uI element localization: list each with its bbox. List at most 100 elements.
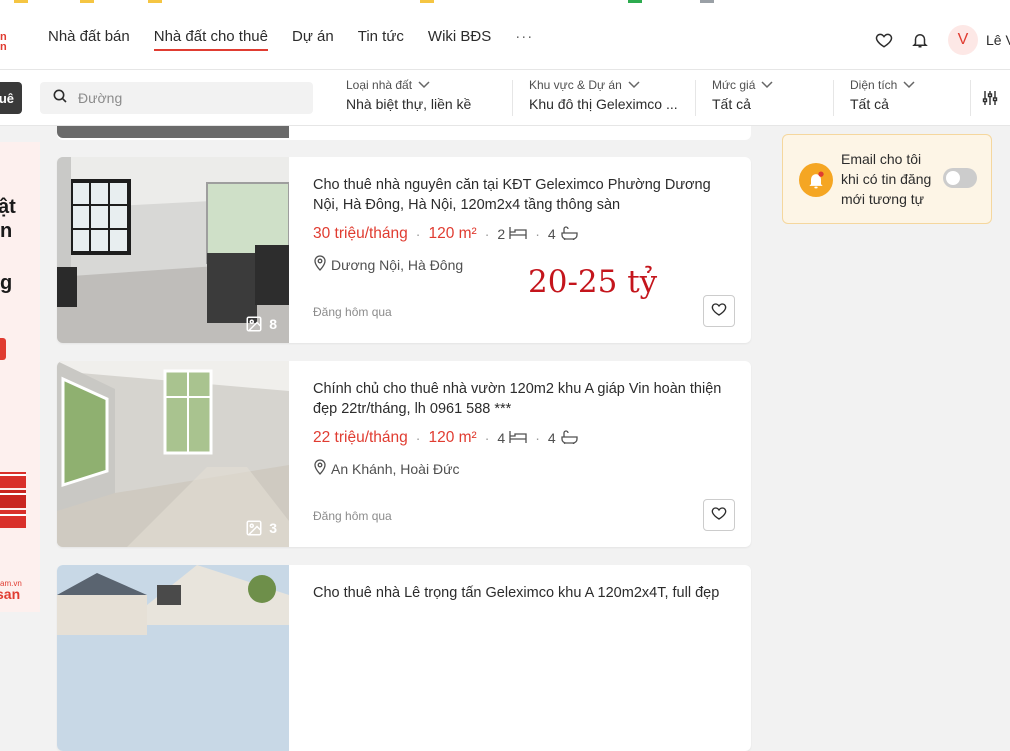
search-box <box>40 82 313 114</box>
filter-settings-icon[interactable] <box>982 90 998 111</box>
listing-photo <box>57 126 289 138</box>
location-pin-icon <box>313 255 327 274</box>
logo[interactable]: nn <box>0 32 7 53</box>
site-header: nn Nhà đất bán Nhà đất cho thuê Dự án Ti… <box>0 10 1010 70</box>
bed-icon <box>509 226 527 243</box>
nav-sale[interactable]: Nhà đất bán <box>48 28 130 51</box>
header-actions: V Lê V <box>866 24 1010 56</box>
chevron-down-icon <box>628 78 640 92</box>
email-alert-toggle[interactable] <box>943 168 977 188</box>
listing-bathrooms: 4 <box>547 429 578 447</box>
bath-icon <box>560 429 578 447</box>
bath-icon <box>560 225 578 243</box>
heart-icon <box>711 505 727 526</box>
separator-dot: · <box>535 226 540 242</box>
listing-card-partial[interactable] <box>57 126 751 140</box>
listing-photo[interactable]: 3 <box>57 361 289 547</box>
listing-bedrooms: 4 <box>497 430 527 447</box>
nav-rent[interactable]: Nhà đất cho thuê <box>153 28 268 51</box>
image-icon <box>245 315 263 333</box>
avatar[interactable]: V <box>948 25 978 55</box>
filter-price[interactable]: Mức giá Tất cả <box>712 78 773 112</box>
filter-label: Diện tích <box>850 78 898 92</box>
divider <box>695 80 696 116</box>
divider <box>833 80 834 116</box>
nav-news[interactable]: Tin tức <box>358 28 404 51</box>
posted-time: Đăng hôm qua <box>313 305 392 319</box>
nav-wiki[interactable]: Wiki BĐS <box>428 28 491 51</box>
filter-label: Khu vực & Dự án <box>529 78 622 92</box>
listing-card[interactable]: Cho thuê nhà Lê trọng tấn Geleximco khu … <box>57 565 751 751</box>
photo-count: 8 <box>245 315 277 333</box>
divider <box>970 80 971 116</box>
listing-card[interactable]: 3 Chính chủ cho thuê nhà vườn 120m2 khu … <box>57 361 751 547</box>
listing-title[interactable]: Cho thuê nhà nguyên căn tại KĐT Geleximc… <box>313 175 733 215</box>
left-ad-banner[interactable]: ật n g am.vn san <box>0 142 40 612</box>
photo-count: 3 <box>245 519 277 537</box>
listing-card[interactable]: 8 Cho thuê nhà nguyên căn tại KĐT Gelexi… <box>57 157 751 343</box>
separator-dot: · <box>415 226 421 242</box>
location-pin-icon <box>313 459 327 478</box>
filter-size[interactable]: Diện tích Tất cả <box>850 78 915 112</box>
listing-title[interactable]: Chính chủ cho thuê nhà vườn 120m2 khu A … <box>313 379 733 419</box>
bell-icon[interactable] <box>902 24 938 56</box>
bedroom-count: 4 <box>497 430 506 446</box>
heart-icon[interactable] <box>866 24 902 56</box>
nav-projects[interactable]: Dự án <box>292 28 334 51</box>
search-icon <box>52 88 68 109</box>
category-button[interactable]: uê <box>0 82 22 114</box>
banner-red-badge <box>0 338 6 360</box>
listing-photo[interactable] <box>57 565 289 751</box>
filter-property-type[interactable]: Loại nhà đất Nhà biệt thự, liền kề <box>346 78 471 112</box>
listing-location: Dương Nội, Hà Đông <box>313 255 733 274</box>
photo-count-value: 3 <box>269 520 277 536</box>
bedroom-count: 2 <box>497 226 506 242</box>
listing-area: 120 m² <box>428 429 477 446</box>
listing-photo[interactable]: 8 <box>57 157 289 343</box>
listing-bathrooms: 4 <box>547 225 578 243</box>
image-icon <box>245 519 263 537</box>
books-illustration <box>0 472 28 532</box>
main-nav: Nhà đất bán Nhà đất cho thuê Dự án Tin t… <box>48 28 533 51</box>
listing-price: 30 triệu/tháng <box>313 225 408 242</box>
chevron-down-icon <box>903 78 915 92</box>
username[interactable]: Lê V <box>986 32 1010 48</box>
toggle-knob <box>946 171 960 185</box>
listing-meta: 30 triệu/tháng · 120 m² · 2 · 4 <box>313 225 733 243</box>
filter-value: Nhà biệt thự, liền kề <box>346 96 472 112</box>
listing-body: Cho thuê nhà Lê trọng tấn Geleximco khu … <box>313 583 733 603</box>
filter-value: Khu đô thị Geleximco ... <box>529 96 678 112</box>
bathroom-count: 4 <box>547 430 556 446</box>
bed-icon <box>509 430 527 447</box>
filter-area-project[interactable]: Khu vực & Dự án Khu đô thị Geleximco ... <box>529 78 678 112</box>
nav-more-button[interactable]: ··· <box>515 28 533 51</box>
separator-dot: · <box>484 226 490 242</box>
filter-label: Mức giá <box>712 78 756 92</box>
listing-area: 120 m² <box>428 225 477 242</box>
heart-icon <box>711 301 727 322</box>
photo-count-value: 8 <box>269 316 277 332</box>
chevron-down-icon <box>418 78 430 92</box>
banner-text: n <box>0 220 13 242</box>
divider <box>512 80 513 116</box>
search-input[interactable] <box>78 90 298 106</box>
banner-text: ật <box>0 196 16 218</box>
save-listing-button[interactable] <box>703 295 735 327</box>
location-text: Dương Nội, Hà Đông <box>331 256 464 273</box>
separator-dot: · <box>535 430 540 446</box>
banner-text: g <box>0 272 13 294</box>
listing-location: An Khánh, Hoài Đức <box>313 459 733 478</box>
listing-bedrooms: 2 <box>497 226 527 243</box>
filter-value: Tất cả <box>712 96 751 112</box>
listing-title[interactable]: Cho thuê nhà Lê trọng tấn Geleximco khu … <box>313 583 733 603</box>
listing-body: Cho thuê nhà nguyên căn tại KĐT Geleximc… <box>313 175 733 274</box>
posted-time: Đăng hôm qua <box>313 509 392 523</box>
filter-label: Loại nhà đất <box>346 78 413 92</box>
listing-meta: 22 triệu/tháng · 120 m² · 4 · 4 <box>313 429 733 447</box>
bathroom-count: 4 <box>547 226 556 242</box>
save-listing-button[interactable] <box>703 499 735 531</box>
alert-text: Email cho tôi khi có tin đăng mới tương … <box>841 151 932 207</box>
separator-dot: · <box>415 430 421 446</box>
price-annotation-overlay: 20-25 tỷ <box>528 264 658 300</box>
browser-bookmark-strip <box>0 0 1010 10</box>
